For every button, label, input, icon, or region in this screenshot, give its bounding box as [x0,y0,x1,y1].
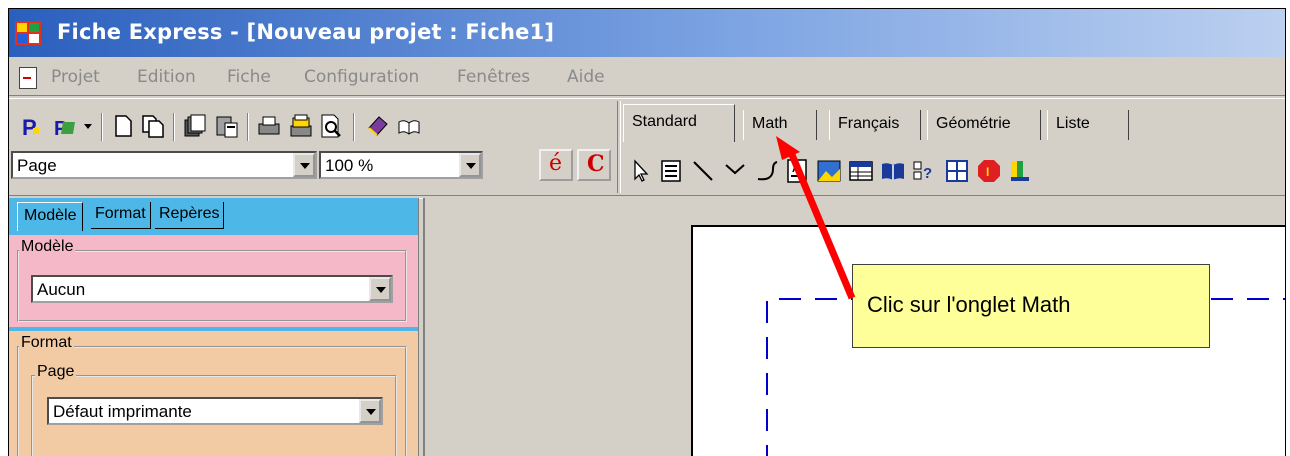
format-group-label: Format [19,334,74,352]
toolbar-separator [173,113,175,141]
tab-bar: Standard Math Français Géométrie Liste [623,104,1285,144]
book-icon[interactable] [881,159,905,183]
annotation-text: Clic sur l'onglet Math [867,292,1071,317]
format-section: Format Page Défaut imprimante [9,331,418,456]
chevron-down-icon[interactable] [459,153,481,177]
help-book-icon[interactable] [365,114,389,138]
modele-select[interactable]: Aucun [31,275,393,303]
print-icon[interactable] [257,114,281,138]
annotation-callout: Clic sur l'onglet Math [852,264,1210,348]
curve-icon[interactable] [755,159,779,183]
svg-text:P: P [22,115,37,138]
chevron-down-icon[interactable] [359,399,381,423]
chevron-down-icon[interactable] [369,277,391,301]
pointer-icon[interactable] [629,159,653,183]
tab-standard[interactable]: Standard [623,104,735,142]
open-project-icon[interactable]: P [53,114,77,138]
toolbar-separator [353,113,355,141]
project-p-icon[interactable]: P [19,114,43,138]
menu-bar: Projet Edition Fiche Configuration Fenêt… [9,59,1285,95]
text-block-icon[interactable] [659,159,683,183]
tab-geometrie[interactable]: Géométrie [927,110,1041,140]
window-title: Fiche Express - [Nouveau projet : Fiche1… [57,20,555,44]
menu-edition[interactable]: Edition [137,67,196,87]
toolbar-divider [617,101,621,193]
dictionary-icon[interactable] [397,114,421,138]
text-frame-icon[interactable]: A [785,159,809,183]
menu-separator [9,95,1285,99]
svg-text:?: ? [923,165,932,182]
panel-tab-strip: Modèle Format Repères [9,198,418,235]
c-label: C [587,151,605,177]
menu-configuration[interactable]: Configuration [304,67,419,87]
panel-tab-reperes[interactable]: Repères [155,202,225,229]
svg-text:I: I [986,165,989,179]
view-select[interactable]: Page [11,151,317,179]
svg-text:A: A [792,163,800,175]
accent-button[interactable]: é [539,149,573,181]
accent-label: é [549,151,563,176]
new-page-icon[interactable] [111,114,135,138]
menu-aide[interactable]: Aide [567,67,605,87]
grid-icon[interactable] [945,159,969,183]
page-group-label: Page [35,363,77,381]
zoom-select-value: 100 % [325,156,374,175]
view-select-value: Page [17,156,57,175]
toolbar-separator [101,113,103,141]
document-icon[interactable] [19,67,37,89]
modele-select-value: Aucun [37,280,86,299]
image-icon[interactable] [817,159,841,183]
title-bar[interactable]: Fiche Express - [Nouveau projet : Fiche1… [9,9,1285,57]
page-select-value: Défaut imprimante [53,402,192,421]
toolbar-separator [247,113,249,141]
menu-projet[interactable]: Projet [51,67,100,87]
stack-pages-icon[interactable] [183,114,207,138]
app-icon [15,21,41,45]
chevron-down-icon[interactable] [293,153,315,177]
copy-page-icon[interactable] [141,114,165,138]
question-grid-icon[interactable]: ? [913,159,937,183]
modele-section: Modèle Aucun [9,235,418,327]
tab-francais[interactable]: Français [829,110,921,140]
zoom-select[interactable]: 100 % [319,151,483,179]
print-preview-icon[interactable] [319,114,343,138]
color-bars-icon[interactable] [1009,159,1033,183]
dropdown-arrow-icon[interactable] [81,114,95,138]
tab-liste[interactable]: Liste [1047,110,1129,140]
page-select[interactable]: Défaut imprimante [47,397,383,425]
stop-icon[interactable]: I [977,159,1001,183]
modele-group-label: Modèle [19,238,76,256]
polyline-icon[interactable] [723,159,747,183]
panel-tab-modele[interactable]: Modèle [17,202,84,231]
table-icon[interactable] [849,159,873,183]
menu-fenetres[interactable]: Fenêtres [457,67,530,87]
menu-fiche[interactable]: Fiche [227,67,271,87]
tab-math[interactable]: Math [743,110,817,140]
panel-tab-format[interactable]: Format [91,202,151,229]
paste-icon[interactable] [215,114,239,138]
print-all-icon[interactable] [289,114,313,138]
properties-panel: Modèle Format Repères Modèle Aucun Forma… [9,198,419,456]
c-button[interactable]: C [577,149,611,181]
app-window: Fiche Express - [Nouveau projet : Fiche1… [8,8,1286,456]
line-icon[interactable] [691,159,715,183]
